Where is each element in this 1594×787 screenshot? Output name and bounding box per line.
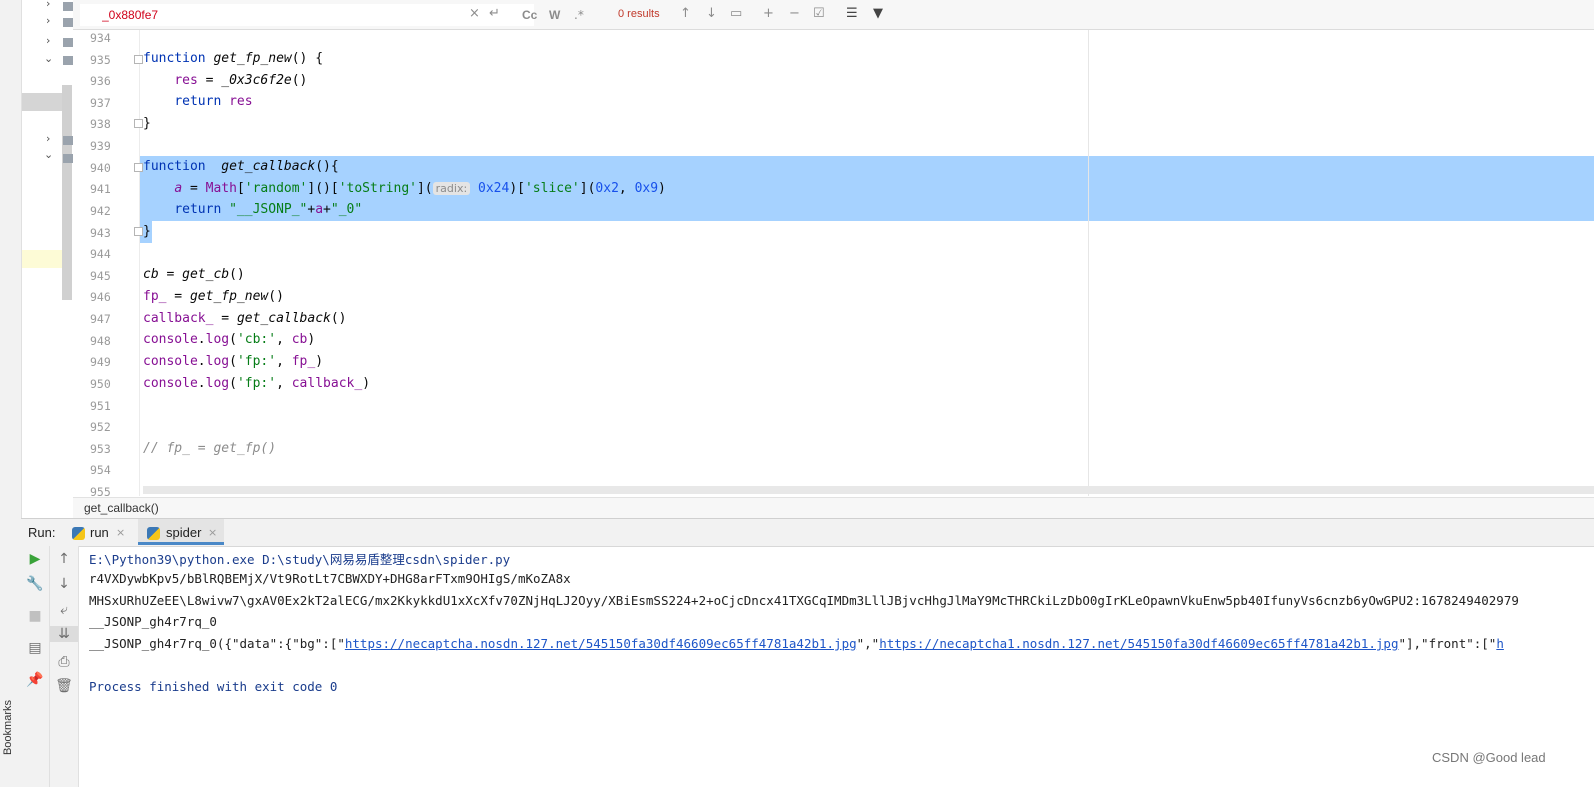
breadcrumb-item[interactable]: get_callback() — [84, 501, 159, 515]
json-text: "," — [856, 636, 880, 651]
json-text: "],"front":[" — [1398, 636, 1497, 651]
filter-lines-icon[interactable]: ☰ — [846, 6, 858, 21]
fold-marker-icon[interactable] — [134, 119, 143, 128]
chevron-right-icon[interactable]: › — [46, 0, 50, 10]
close-icon[interactable]: × — [116, 526, 125, 539]
folder-icon — [63, 154, 73, 163]
code-line[interactable]: // fp_ = get_fp() — [143, 441, 276, 456]
line-number: 934 — [90, 31, 111, 45]
folder-icon — [63, 18, 73, 27]
run-label: Run: — [28, 525, 56, 540]
add-selection-icon[interactable]: + — [763, 6, 774, 21]
line-number: 951 — [90, 399, 111, 413]
pin-icon[interactable]: 📌 — [21, 672, 49, 688]
code-line[interactable]: return "__JSONP_"+a+"_0" — [143, 202, 362, 217]
folder-icon — [63, 56, 73, 65]
parameter-hint: radix: — [432, 182, 471, 195]
code-line[interactable]: cb = get_cb() — [143, 267, 245, 282]
regex-button[interactable]: .* — [574, 8, 584, 22]
tool-window-stripe — [0, 0, 22, 787]
fold-marker-icon[interactable] — [134, 55, 143, 64]
code-line[interactable]: a = Math['random']()['toString'](radix: … — [143, 181, 666, 196]
image-link[interactable]: h — [1496, 636, 1504, 651]
line-number: 939 — [90, 139, 111, 153]
code-line[interactable]: } — [143, 116, 151, 131]
code-line[interactable]: callback_ = get_callback() — [143, 311, 347, 326]
console-toolbar: ↑ ↓ ⤶ ⇊ ⎙ 🗑 — [50, 546, 79, 787]
tab-spider[interactable]: spider — [166, 525, 201, 540]
arrow-down-icon[interactable]: ↓ — [706, 6, 717, 21]
folder-icon — [63, 2, 73, 11]
horizontal-scrollbar[interactable] — [143, 486, 1594, 494]
line-number: 954 — [90, 463, 111, 477]
tree-scrollbar[interactable] — [62, 85, 72, 300]
fold-marker-icon[interactable] — [134, 227, 143, 236]
console-line: Process finished with exit code 0 — [89, 679, 338, 694]
stop-icon[interactable]: ■ — [21, 608, 49, 624]
code-line[interactable]: console.log('cb:', cb) — [143, 332, 315, 347]
arrow-down-icon[interactable]: ↓ — [50, 576, 78, 592]
search-results-count: 0 results — [618, 8, 660, 20]
select-all-occurrences-icon[interactable]: ☑ — [813, 6, 825, 21]
bookmarks-tab[interactable]: Bookmarks — [2, 700, 14, 755]
arrow-up-icon[interactable]: ↑ — [50, 551, 78, 567]
line-number: 938 — [90, 117, 111, 131]
folder-icon — [63, 136, 73, 145]
chevron-down-icon[interactable]: ⌄ — [44, 52, 53, 65]
console-output[interactable]: E:\Python39\python.exe D:\study\网易易盾整理cs… — [79, 546, 1594, 787]
fold-marker-icon[interactable] — [134, 163, 143, 172]
tab-run[interactable]: run — [90, 525, 109, 540]
python-icon — [72, 527, 85, 540]
code-line[interactable]: console.log('fp:', fp_) — [143, 354, 323, 369]
code-line[interactable]: } — [143, 224, 151, 239]
code-line[interactable]: fp_ = get_fp_new() — [143, 289, 284, 304]
code-line[interactable]: console.log('fp:', callback_) — [143, 376, 370, 391]
json-text: __JSONP_gh4r7rq_0({"data":{"bg":[" — [89, 636, 345, 651]
python-icon — [147, 527, 160, 540]
search-input[interactable] — [80, 4, 534, 26]
folder-icon — [63, 38, 73, 47]
console-line: E:\Python39\python.exe D:\study\网易易盾整理cs… — [89, 552, 511, 567]
console-line: __JSONP_gh4r7rq_0 — [89, 614, 217, 629]
whole-words-button[interactable]: W — [549, 8, 560, 22]
right-margin-guide — [1088, 30, 1089, 496]
code-line[interactable]: function get_fp_new() { — [143, 51, 323, 66]
scroll-to-end-icon[interactable]: ⇊ — [50, 626, 78, 642]
code-line[interactable]: res = _0x3c6f2e() — [143, 73, 307, 88]
rerun-icon[interactable]: ▶ — [21, 551, 49, 567]
console-line: MHSxURhUZeEE\L8wivw7\gxAV0Ex2kT2alECG/mx… — [89, 593, 1519, 608]
arrow-up-icon[interactable]: ↑ — [680, 6, 691, 21]
line-number-gutter: 934 935 936 937 938 939 940 941 942 943 … — [73, 30, 140, 499]
trash-icon[interactable]: 🗑 — [50, 678, 78, 694]
image-link[interactable]: https://necaptcha1.nosdn.127.net/545150f… — [879, 636, 1398, 651]
run-tool-window-header — [21, 518, 1594, 547]
line-number: 943 — [90, 226, 111, 240]
chevron-right-icon[interactable]: › — [46, 132, 50, 145]
new-line-icon[interactable]: ↵ — [489, 6, 500, 21]
console-line: r4VXDywbKpv5/bBlRQBEMjX/Vt9RotLt7CBWXDY+… — [89, 571, 571, 586]
filter-icon[interactable]: ▼ — [873, 6, 883, 21]
match-case-button[interactable]: Cc — [522, 8, 537, 22]
breadcrumb: get_callback() — [73, 497, 1594, 518]
chevron-down-icon[interactable]: ⌄ — [44, 148, 53, 161]
layout-icon[interactable]: ▤ — [21, 640, 49, 656]
chevron-right-icon[interactable]: › — [46, 34, 50, 47]
console-line: __JSONP_gh4r7rq_0({"data":{"bg":["https:… — [89, 636, 1504, 651]
soft-wrap-icon[interactable]: ⤶ — [50, 602, 78, 618]
close-icon[interactable]: × — [208, 526, 217, 539]
remove-selection-icon[interactable]: − — [789, 6, 800, 21]
print-icon[interactable]: ⎙ — [50, 654, 78, 670]
clear-icon[interactable]: × — [469, 6, 480, 21]
code-line[interactable]: function get_callback(){ — [143, 159, 339, 174]
wrench-icon[interactable]: 🔧 — [21, 576, 49, 592]
watermark: CSDN @Good lead — [1432, 750, 1546, 765]
chevron-right-icon[interactable]: › — [46, 14, 50, 27]
line-number: 944 — [90, 247, 111, 261]
code-line[interactable]: return res — [143, 94, 252, 109]
image-link[interactable]: https://necaptcha.nosdn.127.net/545150fa… — [345, 636, 857, 651]
open-in-window-icon[interactable]: ▭ — [730, 6, 742, 21]
run-toolbar: ▶ 🔧 ■ ▤ 📌 — [21, 546, 50, 787]
line-number: 952 — [90, 420, 111, 434]
